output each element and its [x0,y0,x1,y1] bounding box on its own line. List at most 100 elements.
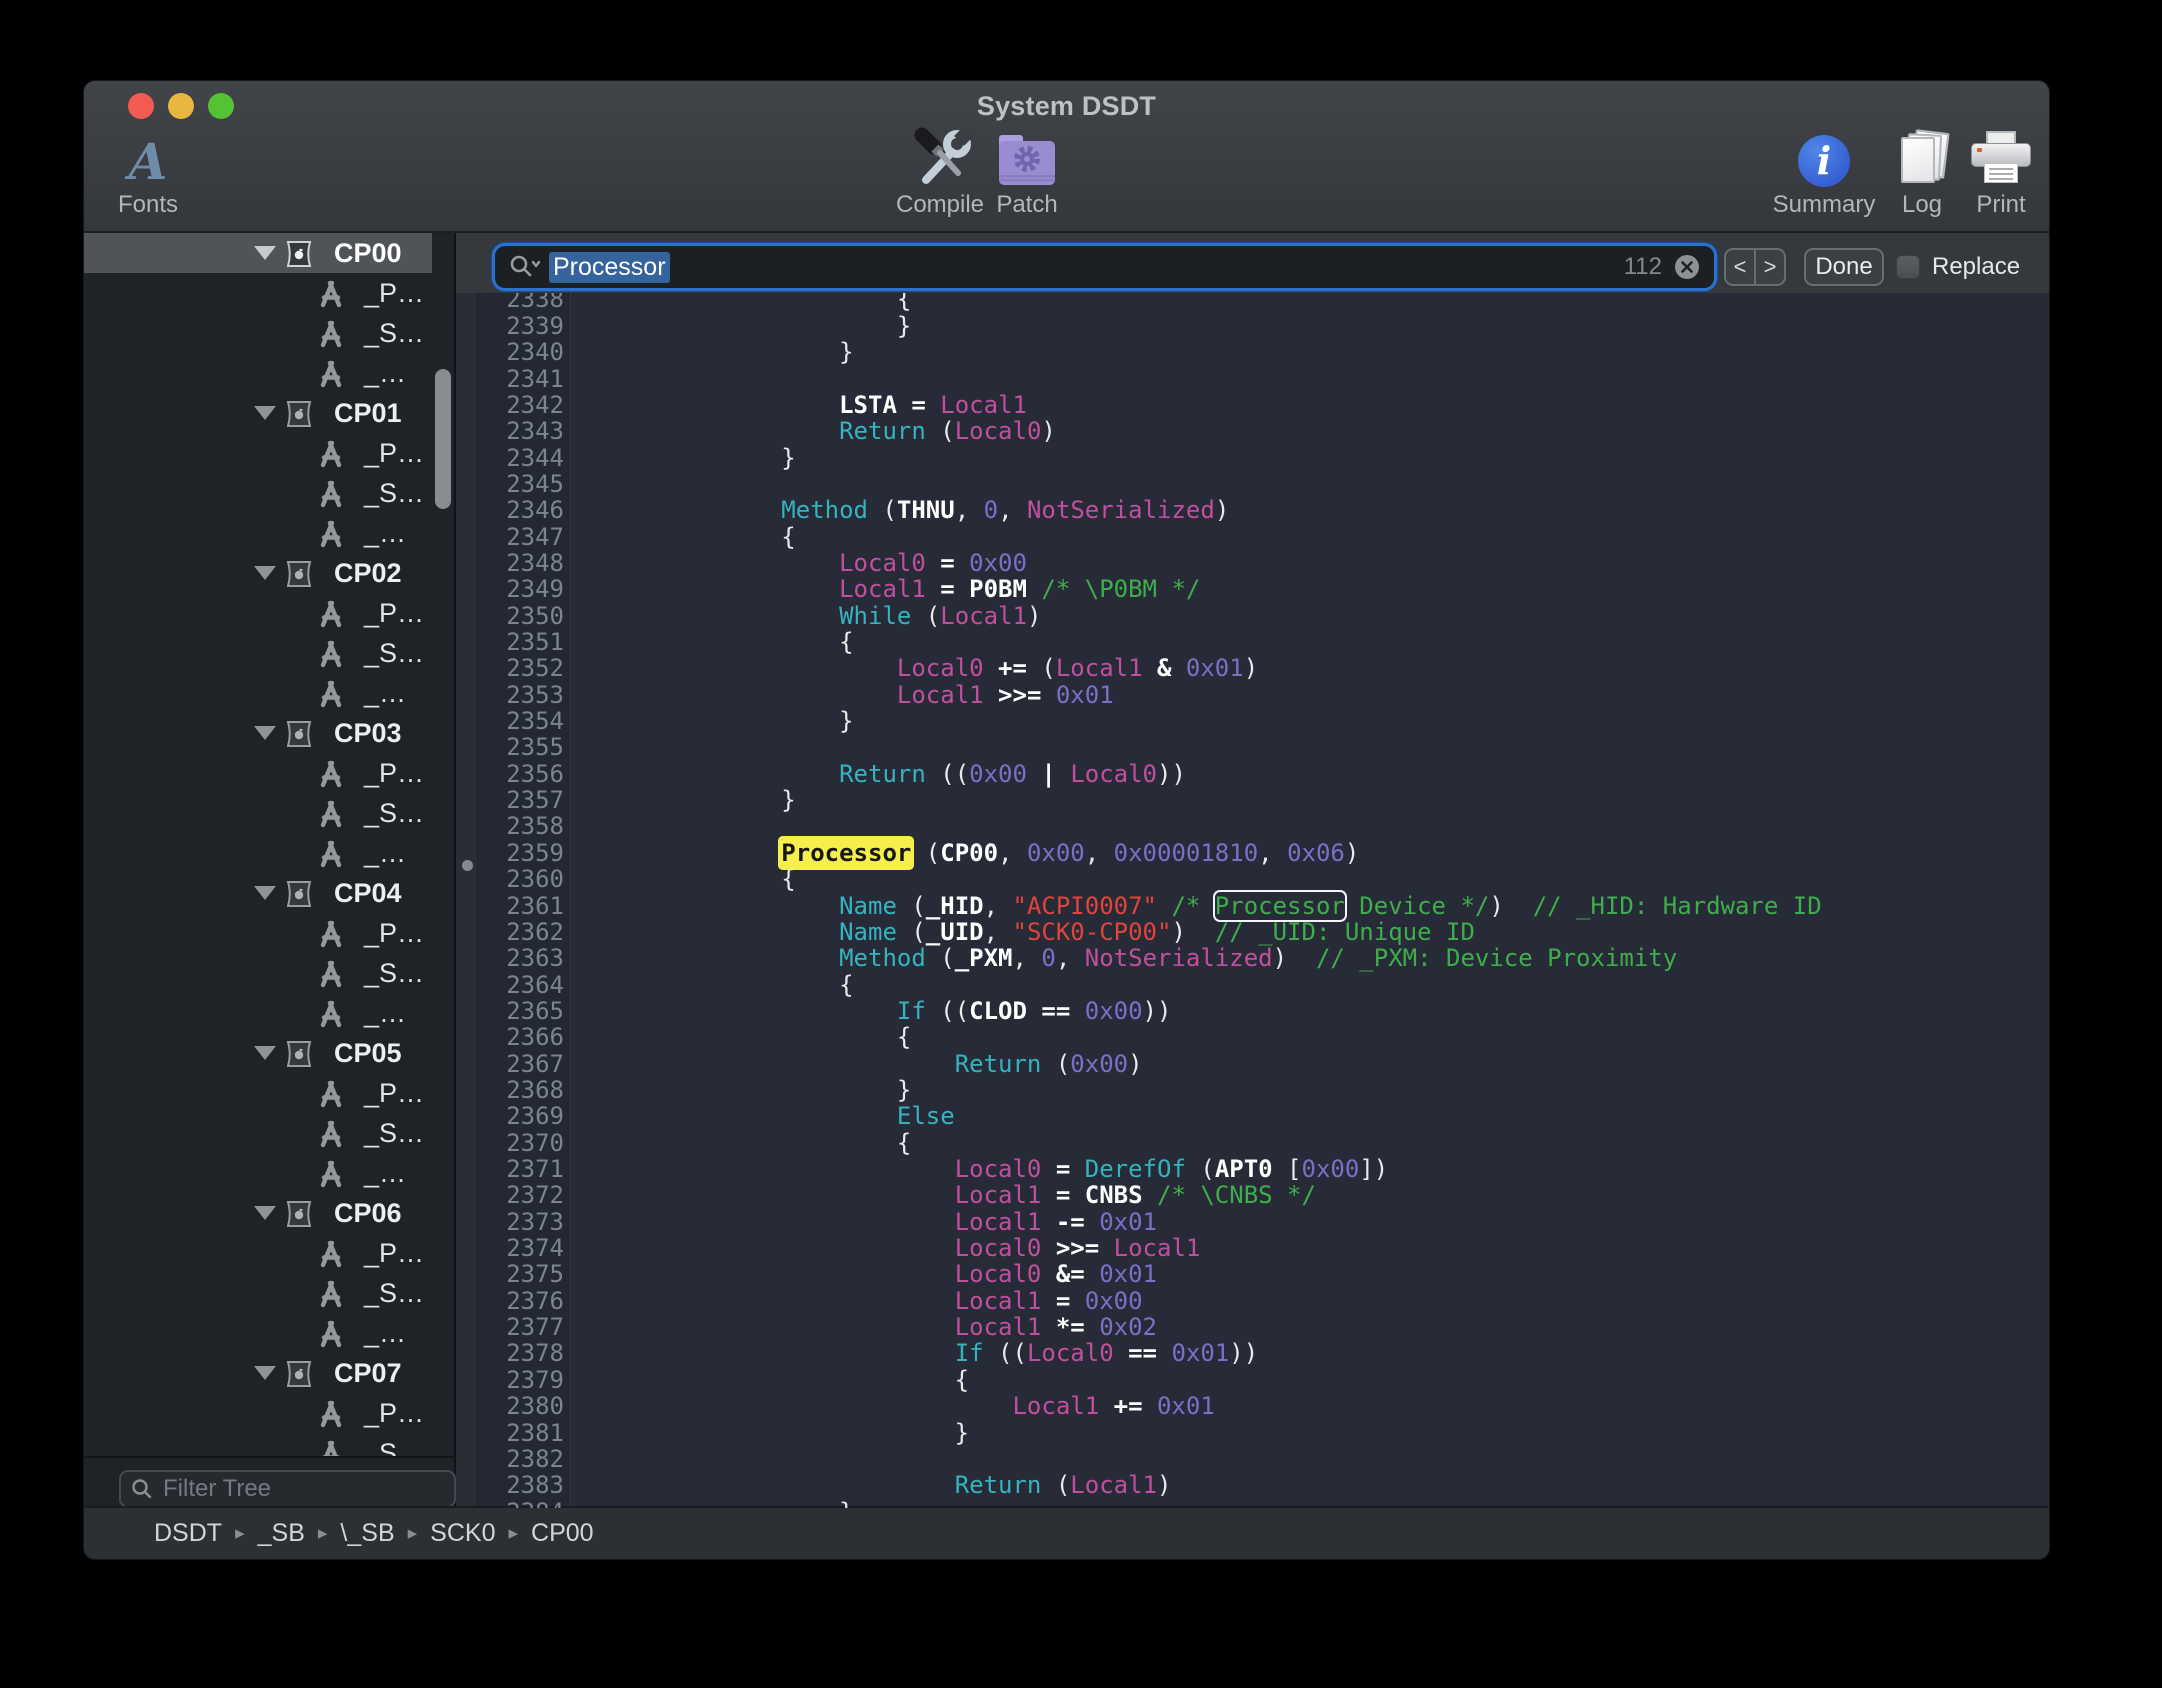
breadcrumb-item[interactable]: DSDT [154,1519,222,1548]
tree-child-row[interactable]: _P… [84,1393,454,1433]
code-line[interactable]: 2345 [456,471,2050,498]
code-line[interactable]: 2369 Else [456,1103,2050,1130]
tree-child-row[interactable]: _S… [84,1433,454,1456]
code-line[interactable]: 2378 If ((Local0 == 0x01)) [456,1340,2050,1367]
code-line[interactable]: 2351 { [456,629,2050,656]
toolbar-fonts-button[interactable]: A Fonts [83,125,228,219]
code-line[interactable]: 2368 } [456,1077,2050,1104]
breadcrumb-item[interactable]: _SB [258,1519,305,1548]
code-line[interactable]: 2347 { [456,524,2050,551]
code-line[interactable]: 2342 LSTA = Local1 [456,392,2050,419]
tree-child-row[interactable]: _P… [84,753,454,793]
tree-child-row[interactable]: _S… [84,633,454,673]
tree-row-cp07[interactable]: CP07 [84,1353,454,1393]
code-line[interactable]: 2358 [456,813,2050,840]
tree-child-row[interactable]: _… [84,513,454,553]
tree-child-row[interactable]: _P… [84,273,454,313]
tree-child-row[interactable]: _… [84,1313,454,1353]
tree-child-row[interactable]: _P… [84,913,454,953]
code-line[interactable]: 2359 Processor (CP00, 0x00, 0x00001810, … [456,840,2050,867]
code-line[interactable]: 2366 { [456,1024,2050,1051]
tree-row-cp00[interactable]: CP00 [84,233,432,273]
code-line[interactable]: 2363 Method (_PXM, 0, NotSerialized) // … [456,945,2050,972]
code-line[interactable]: 2365 If ((CLOD == 0x00)) [456,998,2050,1025]
disclosure-triangle-icon[interactable] [254,246,276,260]
tree-child-row[interactable]: _… [84,833,454,873]
code-line[interactable]: 2379 { [456,1367,2050,1394]
code-line[interactable]: 2377 Local1 *= 0x02 [456,1314,2050,1341]
code-line[interactable]: 2346 Method (THNU, 0, NotSerialized) [456,497,2050,524]
code-line[interactable]: 2367 Return (0x00) [456,1051,2050,1078]
tree-child-row[interactable]: _S… [84,1273,454,1313]
tree-row-cp01[interactable]: CP01 [84,393,454,433]
code-line[interactable]: 2352 Local0 += (Local1 & 0x01) [456,655,2050,682]
disclosure-triangle-icon[interactable] [254,1206,276,1220]
code-line[interactable]: 2339 } [456,313,2050,340]
code-line[interactable]: 2355 [456,734,2050,761]
tree-row-cp05[interactable]: CP05 [84,1033,454,1073]
search-input[interactable]: Processor 112 [495,246,1714,288]
code-line[interactable]: 2343 Return (Local0) [456,418,2050,445]
code-line[interactable]: 2372 Local1 = CNBS /* \CNBS */ [456,1182,2050,1209]
code-line[interactable]: 2350 While (Local1) [456,603,2050,630]
done-button[interactable]: Done [1804,248,1884,286]
code-line[interactable]: 2357 } [456,787,2050,814]
code-line[interactable]: 2384 } [456,1499,2050,1508]
tree-child-row[interactable]: _S… [84,1113,454,1153]
tree-child-row[interactable]: _… [84,993,454,1033]
disclosure-triangle-icon[interactable] [254,1046,276,1060]
code-line[interactable]: 2383 Return (Local1) [456,1472,2050,1499]
code-line[interactable]: 2373 Local1 -= 0x01 [456,1209,2050,1236]
code-line[interactable]: 2370 { [456,1130,2050,1157]
code-line[interactable]: 2341 [456,366,2050,393]
code-line[interactable]: 2374 Local0 >>= Local1 [456,1235,2050,1262]
find-next-button[interactable]: > [1756,250,1784,284]
filter-tree-input[interactable]: Filter Tree [119,1470,456,1508]
find-previous-button[interactable]: < [1726,250,1756,284]
code-line[interactable]: 2382 [456,1446,2050,1473]
tree-row-cp02[interactable]: CP02 [84,553,454,593]
tree-row-cp03[interactable]: CP03 [84,713,454,753]
disclosure-triangle-icon[interactable] [254,726,276,740]
code-line[interactable]: 2380 Local1 += 0x01 [456,1393,2050,1420]
code-line[interactable]: 2364 { [456,972,2050,999]
tree-child-row[interactable]: _… [84,353,454,393]
tree-child-row[interactable]: _S… [84,793,454,833]
tree-child-row[interactable]: _P… [84,593,454,633]
tree-child-row[interactable]: _… [84,1153,454,1193]
toolbar-print-button[interactable]: Print [1921,125,2050,219]
disclosure-triangle-icon[interactable] [254,566,276,580]
disclosure-triangle-icon[interactable] [254,406,276,420]
tree-row-cp04[interactable]: CP04 [84,873,454,913]
code-line[interactable]: 2362 Name (_UID, "SCK0-CP00") // _UID: U… [456,919,2050,946]
tree-child-row[interactable]: _P… [84,1073,454,1113]
code-line[interactable]: 2376 Local1 = 0x00 [456,1288,2050,1315]
search-menu-icon[interactable] [509,254,541,280]
code-line[interactable]: 2354 } [456,708,2050,735]
code-line[interactable]: 2361 Name (_HID, "ACPI0007" /* Processor… [456,893,2050,920]
tree-child-row[interactable]: _S… [84,473,454,513]
code-line[interactable]: 2356 Return ((0x00 | Local0)) [456,761,2050,788]
tree-child-row[interactable]: _P… [84,433,454,473]
code-line[interactable]: 2375 Local0 &= 0x01 [456,1261,2050,1288]
breadcrumb-item[interactable]: CP00 [531,1519,594,1548]
tree-child-row[interactable]: _S… [84,953,454,993]
breadcrumb-item[interactable]: \_SB [340,1519,394,1548]
code-line[interactable]: 2349 Local1 = P0BM /* \P0BM */ [456,576,2050,603]
sidebar-scrollbar-thumb[interactable] [435,369,451,509]
code-line[interactable]: 2360 { [456,866,2050,893]
disclosure-triangle-icon[interactable] [254,1366,276,1380]
code-line[interactable]: 2348 Local0 = 0x00 [456,550,2050,577]
disclosure-triangle-icon[interactable] [254,886,276,900]
tree-child-row[interactable]: _… [84,673,454,713]
clear-search-icon[interactable] [1674,254,1700,280]
toolbar-patch-button[interactable]: Patch [947,125,1107,219]
code-line[interactable]: 2353 Local1 >>= 0x01 [456,682,2050,709]
code-editor[interactable]: 2338 {2339 }2340 }23412342 LSTA = Local1… [456,233,2050,1508]
tree-child-row[interactable]: _S… [84,313,454,353]
tree-child-row[interactable]: _P… [84,1233,454,1273]
code-line[interactable]: 2371 Local0 = DerefOf (APT0 [0x00]) [456,1156,2050,1183]
code-line[interactable]: 2344 } [456,445,2050,472]
tree-row-cp06[interactable]: CP06 [84,1193,454,1233]
code-line[interactable]: 2381 } [456,1420,2050,1447]
